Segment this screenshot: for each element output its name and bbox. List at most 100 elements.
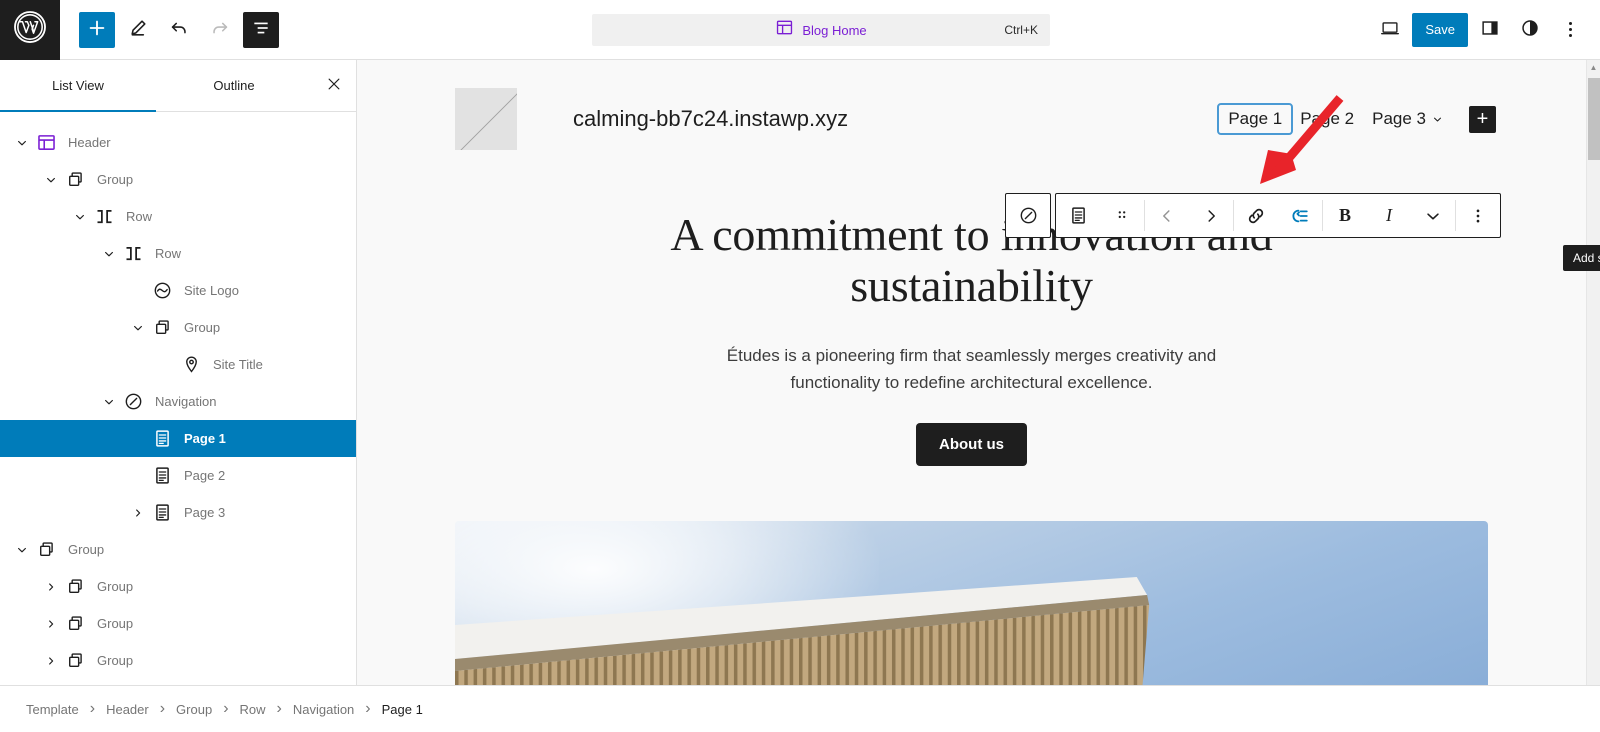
navigation-compass-icon xyxy=(121,390,145,414)
group-blocks-icon xyxy=(34,538,58,562)
navigation-compass-icon xyxy=(1018,205,1039,226)
wordpress-logo-icon xyxy=(13,10,47,49)
breadcrumb-item-header[interactable]: Header xyxy=(106,702,149,717)
chevron-right-icon xyxy=(1200,205,1222,227)
breadcrumb-item-page-1[interactable]: Page 1 xyxy=(382,702,423,717)
settings-sidebar-button[interactable] xyxy=(1472,12,1508,48)
styles-button[interactable] xyxy=(1512,12,1548,48)
template-layout-icon xyxy=(775,18,794,42)
parent-navigation-button[interactable] xyxy=(1006,194,1050,237)
list-view-button[interactable] xyxy=(243,11,279,48)
tree-item-page-1[interactable]: Page 1 xyxy=(0,420,356,457)
chevron-down-icon[interactable] xyxy=(39,168,63,192)
nav-item-label: Page 3 xyxy=(1372,109,1426,128)
tree-item-navigation[interactable]: Navigation xyxy=(0,383,356,420)
contrast-circle-icon xyxy=(1519,17,1541,42)
move-left-button[interactable] xyxy=(1145,194,1189,237)
chevron-right-icon[interactable] xyxy=(126,501,150,525)
tree-item-label: Group xyxy=(97,172,134,187)
undo-arrow-icon xyxy=(168,17,190,42)
chevron-right-icon: › xyxy=(89,700,96,717)
group-blocks-icon xyxy=(150,316,174,340)
tree-twisty-spacer xyxy=(126,427,150,451)
edit-mode-button[interactable] xyxy=(120,12,156,48)
editor-body: List View Outline Header Group Row Row Site … xyxy=(0,60,1600,685)
canvas-scrollbar[interactable]: ▲ xyxy=(1586,60,1600,685)
tree-item-row[interactable]: Row xyxy=(0,198,356,235)
block-options-button[interactable] xyxy=(1456,194,1500,237)
close-icon xyxy=(325,75,343,96)
tab-outline[interactable]: Outline xyxy=(156,60,312,111)
link-button[interactable] xyxy=(1234,194,1278,237)
architecture-photo xyxy=(455,520,1488,685)
hero-paragraph[interactable]: Études is a pioneering firm that seamles… xyxy=(702,343,1242,396)
wordpress-logo-button[interactable] xyxy=(0,0,60,60)
tree-item-group[interactable]: Group xyxy=(0,568,356,605)
tree-item-label: Page 1 xyxy=(184,431,226,446)
drag-dots-icon xyxy=(1111,205,1133,227)
chevron-right-icon[interactable] xyxy=(39,612,63,636)
list-view-icon xyxy=(251,18,271,41)
tree-item-page-3[interactable]: Page 3 xyxy=(0,494,356,531)
hero-image-block[interactable] xyxy=(357,466,1586,685)
scrollbar-thumb[interactable] xyxy=(1588,78,1600,160)
drag-handle-button[interactable] xyxy=(1100,194,1144,237)
undo-button[interactable] xyxy=(161,12,197,48)
more-formatting-button[interactable] xyxy=(1411,194,1455,237)
nav-item-page-1[interactable]: Page 1 xyxy=(1217,103,1294,135)
list-view-sidebar: List View Outline Header Group Row Row Site … xyxy=(0,60,357,685)
tree-item-site-title[interactable]: Site Title xyxy=(0,346,356,383)
breadcrumb-item-navigation[interactable]: Navigation xyxy=(293,702,354,717)
save-button[interactable]: Save xyxy=(1412,12,1468,47)
row-brackets-icon xyxy=(92,205,116,229)
add-nav-item-button[interactable]: + xyxy=(1469,105,1496,133)
tree-item-label: Group xyxy=(97,579,134,594)
page-document-icon xyxy=(150,427,174,451)
chevron-down-icon[interactable] xyxy=(97,390,121,414)
tree-item-row[interactable]: Row xyxy=(0,235,356,272)
chevron-right-icon[interactable] xyxy=(39,649,63,673)
add-block-button[interactable] xyxy=(79,11,115,48)
about-us-button[interactable]: About us xyxy=(916,422,1027,466)
close-sidebar-button[interactable] xyxy=(312,60,356,111)
chevron-down-icon[interactable] xyxy=(10,131,34,155)
chevron-right-icon: › xyxy=(223,700,229,717)
breadcrumb-item-template[interactable]: Template xyxy=(26,702,79,717)
tree-item-group[interactable]: Group xyxy=(0,309,356,346)
placeholder-image-icon[interactable] xyxy=(455,88,517,150)
tab-list-view[interactable]: List View xyxy=(0,60,156,112)
kebab-menu-icon xyxy=(1568,22,1572,37)
chevron-down-icon[interactable] xyxy=(97,242,121,266)
tree-item-site-logo[interactable]: Site Logo xyxy=(0,272,356,309)
redo-button[interactable] xyxy=(202,12,238,48)
move-right-button[interactable] xyxy=(1189,194,1233,237)
breadcrumb-item-row[interactable]: Row xyxy=(240,702,266,717)
scroll-up-arrow-icon[interactable]: ▲ xyxy=(1587,60,1600,74)
block-toolbar: BI xyxy=(1005,193,1501,238)
bold-button[interactable]: B xyxy=(1323,194,1367,237)
site-title-block[interactable]: calming-bb7c24.instawp.xyz xyxy=(573,106,848,132)
italic-button[interactable]: I xyxy=(1367,194,1411,237)
more-options-button[interactable] xyxy=(1552,12,1588,48)
site-header-block[interactable]: calming-bb7c24.instawp.xyz Page 1 Page 2 P… xyxy=(357,60,1586,150)
desktop-preview-button[interactable] xyxy=(1372,12,1408,48)
tree-item-group[interactable]: Group xyxy=(0,642,356,679)
nav-item-page-3[interactable]: Page 3 xyxy=(1363,105,1453,133)
tree-item-group[interactable]: Group xyxy=(0,161,356,198)
breadcrumb-item-group[interactable]: Group xyxy=(176,702,212,717)
chevron-down-icon[interactable] xyxy=(126,316,150,340)
document-bar[interactable]: Blog Home Ctrl+K xyxy=(592,14,1050,46)
breadcrumb: Template › Header › Group › Row › Navigation › Pag… xyxy=(0,685,1600,732)
nav-item-page-2[interactable]: Page 2 xyxy=(1291,105,1363,133)
tree-item-group[interactable]: Group xyxy=(0,605,356,642)
chevron-down-icon[interactable] xyxy=(68,205,92,229)
tree-item-group[interactable]: Group xyxy=(0,531,356,568)
chevron-right-icon[interactable] xyxy=(39,575,63,599)
tree-item-header[interactable]: Header xyxy=(0,124,356,161)
group-blocks-icon xyxy=(63,649,87,673)
plus-icon xyxy=(86,17,108,42)
tree-item-page-2[interactable]: Page 2 xyxy=(0,457,356,494)
chevron-down-icon[interactable] xyxy=(10,538,34,562)
add-submenu-button[interactable] xyxy=(1278,194,1322,237)
block-type-page-button[interactable] xyxy=(1056,194,1100,237)
